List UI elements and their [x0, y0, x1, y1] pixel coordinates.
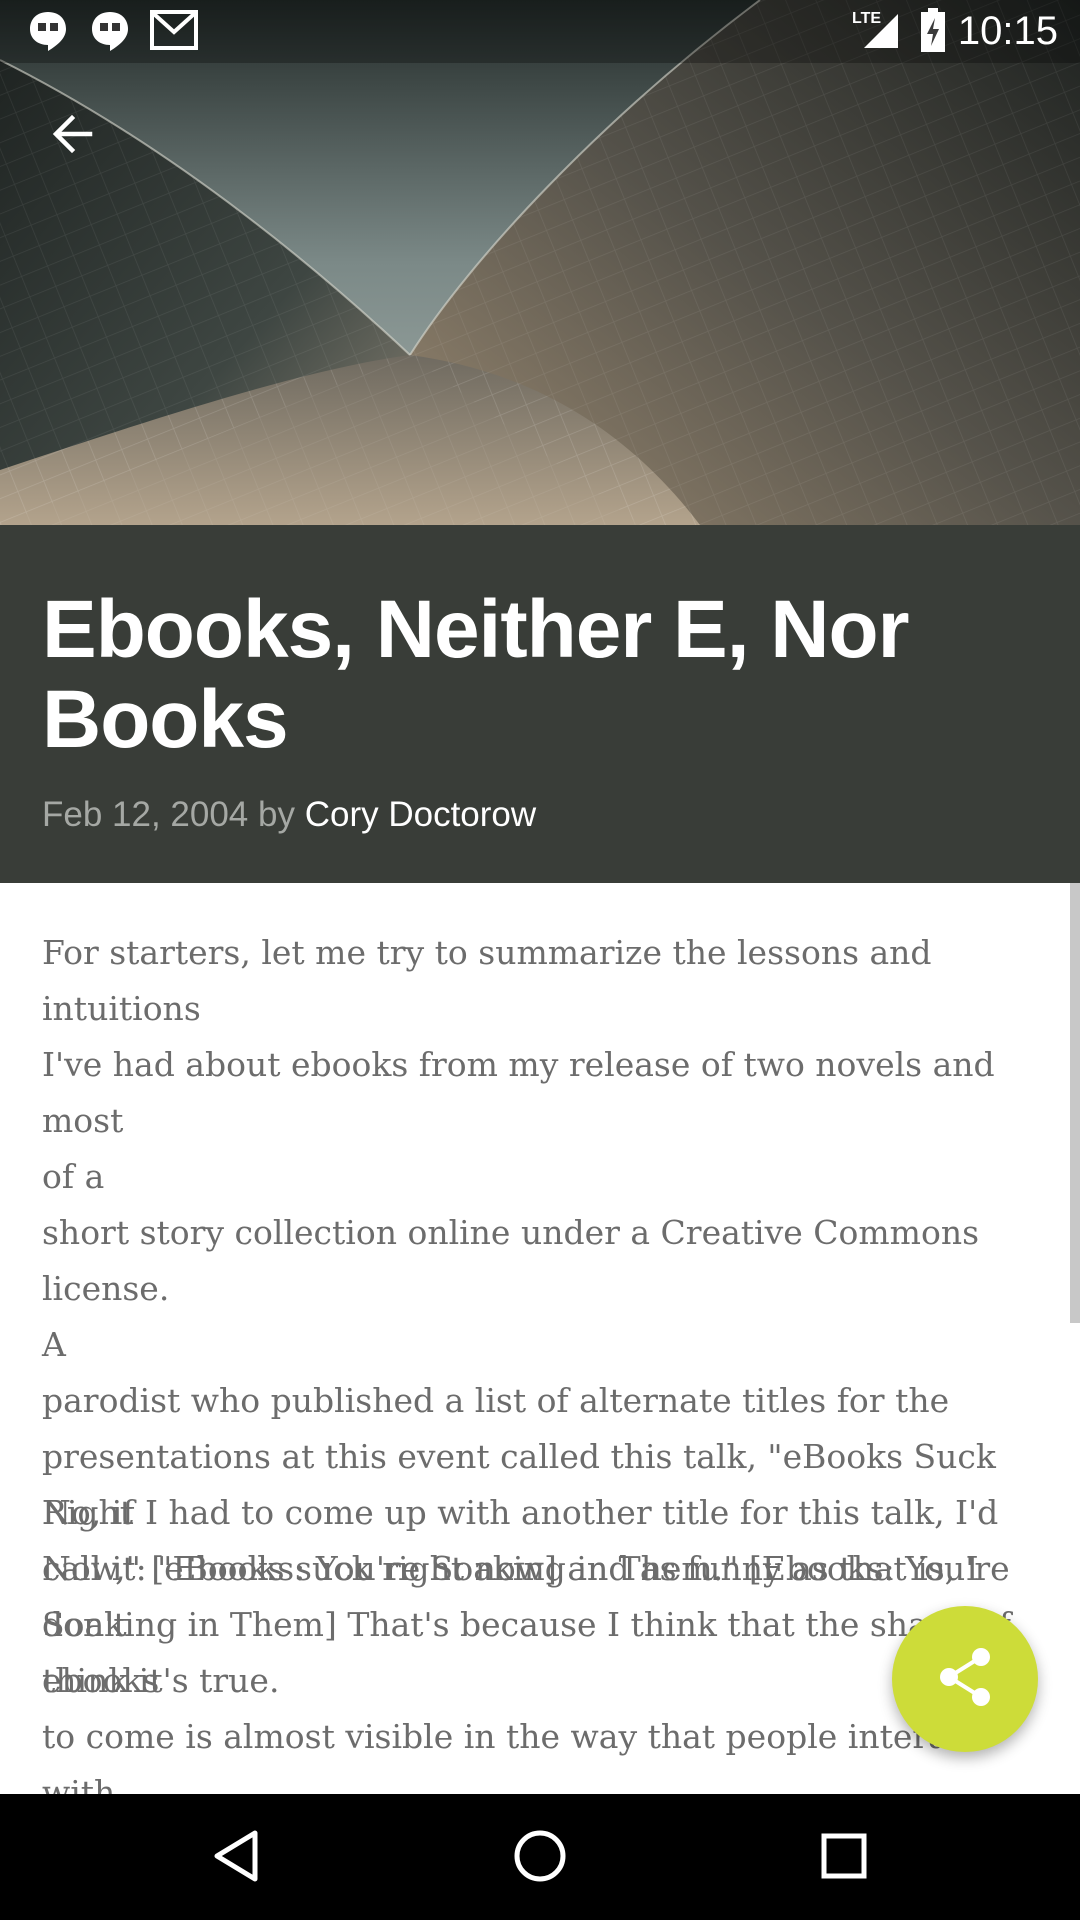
back-button[interactable]: [36, 100, 108, 172]
battery-charging-icon: [920, 8, 946, 57]
title-section: Ebooks, Neither E, Nor Books Feb 12, 200…: [0, 525, 1080, 883]
clock: 10:15: [957, 9, 1058, 53]
nav-recents-button[interactable]: [808, 1822, 880, 1894]
signal-icon: [860, 12, 900, 55]
share-button[interactable]: [892, 1606, 1038, 1752]
gmail-icon: [150, 10, 198, 55]
navigation-bar: [0, 1794, 1080, 1920]
nav-back-button[interactable]: [200, 1822, 272, 1894]
nav-home-button[interactable]: [504, 1822, 576, 1894]
header-image: [0, 0, 1080, 525]
share-icon: [937, 1647, 993, 1712]
article-paragraph: No, if I had to come up with another tit…: [42, 1493, 1011, 1794]
nav-home-icon: [513, 1829, 567, 1888]
post-meta: Feb 12, 2004 by Cory Doctorow: [42, 793, 536, 837]
arrow-back-icon: [48, 110, 96, 163]
author-link[interactable]: Cory Doctorow: [305, 795, 536, 834]
hangouts-icon: [90, 10, 130, 57]
post-date: Feb 12, 2004: [42, 795, 249, 834]
status-bar: LTE 10:15: [0, 0, 1080, 63]
nav-back-icon: [211, 1829, 261, 1888]
page-title: Ebooks, Neither E, Nor Books: [42, 584, 910, 765]
by-label: by: [258, 795, 295, 834]
hangouts-icon: [28, 10, 68, 57]
scrollbar[interactable]: [1070, 883, 1080, 1323]
nav-recents-icon: [820, 1832, 868, 1885]
